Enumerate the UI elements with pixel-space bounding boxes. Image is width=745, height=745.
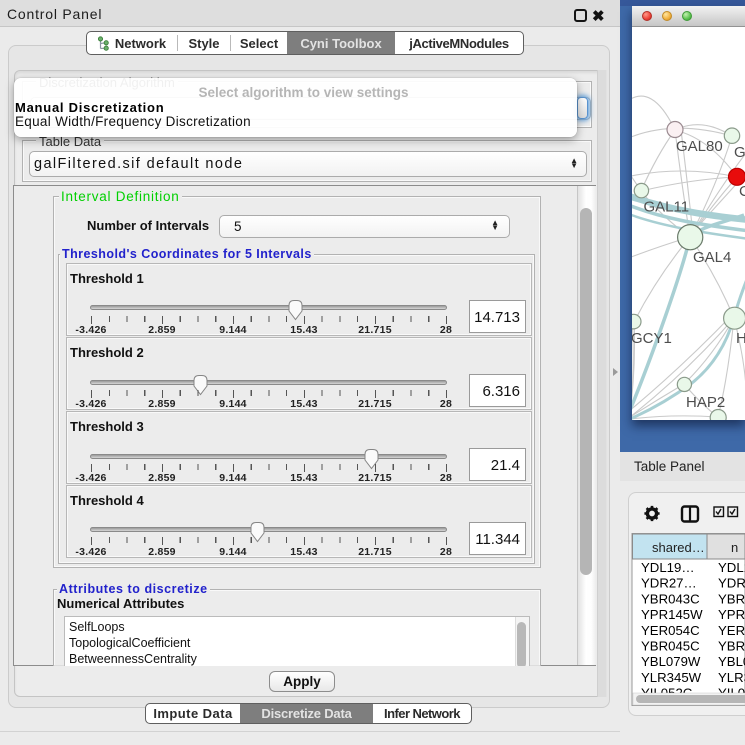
svg-text:GAL11: GAL11: [644, 199, 690, 216]
svg-text:GAL80: GAL80: [676, 138, 723, 155]
svg-text:shared…: shared…: [652, 540, 705, 555]
svg-text:YER0: YER0: [718, 623, 745, 638]
svg-text:YPR1: YPR1: [718, 607, 745, 622]
svg-text:n: n: [731, 540, 738, 555]
svg-text:YBL0: YBL0: [718, 654, 745, 669]
svg-text:G.: G.: [734, 144, 745, 161]
svg-text:GCY1: GCY1: [632, 330, 672, 347]
svg-text:YER054C: YER054C: [641, 623, 700, 638]
svg-text:YBR0: YBR0: [718, 591, 745, 606]
svg-text:YDR2: YDR2: [718, 576, 745, 591]
svg-text:YDR27…: YDR27…: [641, 576, 697, 591]
svg-text:YBR0: YBR0: [718, 639, 745, 654]
svg-text:C: C: [739, 183, 745, 200]
svg-text:YLR3: YLR3: [718, 670, 745, 685]
svg-text:YLR345W: YLR345W: [641, 670, 702, 685]
svg-text:YBR043C: YBR043C: [641, 591, 700, 606]
svg-text:HAP2: HAP2: [686, 394, 725, 411]
svg-text:GAL4: GAL4: [693, 249, 731, 266]
svg-text:YPR145W: YPR145W: [641, 607, 703, 622]
svg-text:YBR045C: YBR045C: [641, 639, 700, 654]
svg-text:YDL1: YDL1: [718, 560, 745, 575]
svg-text:YDL19…: YDL19…: [641, 560, 695, 575]
svg-text:YBL079W: YBL079W: [641, 654, 701, 669]
svg-text:H: H: [736, 330, 745, 347]
